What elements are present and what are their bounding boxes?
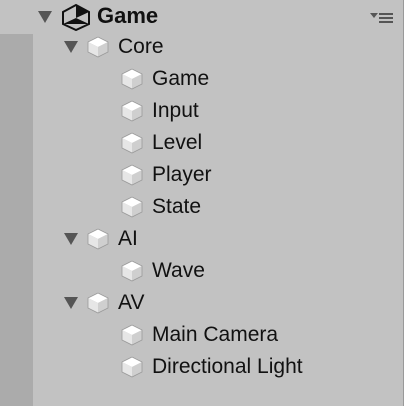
hierarchy-item-directional-light[interactable]: Directional Light [120,352,303,382]
hierarchy-item-state[interactable]: State [120,192,201,222]
cube-icon [121,260,143,282]
cube-icon [121,100,143,122]
cube-icon [121,164,143,186]
hierarchy-item-core[interactable]: Core [64,32,164,62]
foldout-arrow-icon[interactable] [64,233,78,245]
cube-icon [87,36,109,58]
hierarchy-item-label: State [152,195,202,218]
cube-icon [87,292,109,314]
hierarchy-item-label: Main Camera [152,323,279,346]
hierarchy-item-level[interactable]: Level [120,128,202,158]
hierarchy-item-label: Core [118,35,164,58]
hierarchy-item-label: Directional Light [152,355,303,378]
hierarchy-panel: Game Core Game Input Level Player State … [0,0,404,406]
hierarchy-item-label: Input [152,99,199,122]
hierarchy-item-game[interactable]: Game [120,64,209,94]
hierarchy-item-wave[interactable]: Wave [120,256,205,286]
cube-icon [121,132,143,154]
hierarchy-item-label: Game [152,67,210,90]
cube-icon [87,228,109,250]
context-menu-icon[interactable] [370,12,394,24]
hierarchy-item-label: Wave [152,259,205,282]
cube-icon [121,196,143,218]
scene-header-row[interactable]: Game [0,0,403,34]
cube-icon [121,324,143,346]
hierarchy-item-label: Player [152,163,212,186]
cube-icon [121,356,143,378]
hierarchy-item-player[interactable]: Player [120,160,212,190]
hierarchy-item-input[interactable]: Input [120,96,199,126]
foldout-arrow-icon[interactable] [37,10,53,24]
hierarchy-item-label: AI [118,227,138,250]
hierarchy-item-label: AV [118,291,145,314]
foldout-arrow-icon[interactable] [64,297,78,309]
hierarchy-item-ai[interactable]: AI [64,224,138,254]
hierarchy-gutter [0,34,33,406]
hierarchy-item-label: Level [152,131,203,154]
hierarchy-item-main-camera[interactable]: Main Camera [120,320,278,350]
unity-logo-icon [62,3,90,31]
scene-title[interactable]: Game [97,3,158,29]
cube-icon [121,68,143,90]
hierarchy-item-av[interactable]: AV [64,288,144,318]
foldout-arrow-icon[interactable] [64,41,78,53]
